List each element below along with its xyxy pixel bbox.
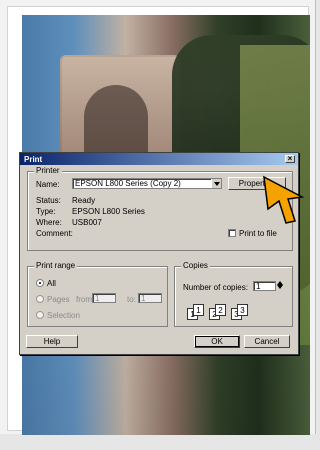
printer-name-label: Name:: [36, 180, 60, 189]
printer-status-value: Ready: [72, 196, 96, 205]
close-button[interactable]: ×: [285, 155, 295, 163]
print-to-file-checkbox[interactable]: [228, 229, 236, 237]
ok-button[interactable]: OK: [194, 335, 240, 348]
collate-page-icon: 3: [237, 304, 248, 316]
dialog-title: Print: [24, 154, 43, 164]
printer-comment-label: Comment:: [36, 229, 73, 238]
print-dialog: Print × Printer Name: EPSON L800 Series …: [19, 152, 299, 355]
print-range-all-radio[interactable]: [36, 279, 44, 287]
print-range-pages-radio[interactable]: [36, 295, 44, 303]
pages-to-value: 1: [141, 293, 146, 303]
number-of-copies-label: Number of copies:: [183, 283, 248, 292]
chevron-down-icon: [211, 179, 221, 188]
printer-where-value: USB007: [72, 218, 102, 227]
collate-page-icon: 2: [215, 304, 226, 316]
print-range-title: Print range: [34, 261, 78, 270]
print-range-pages-label[interactable]: Pages: [47, 295, 70, 304]
printer-status-label: Status:: [36, 196, 61, 205]
print-range-selection-label[interactable]: Selection: [47, 311, 80, 320]
printer-group-title: Printer: [34, 166, 62, 175]
printer-name-dropdown[interactable]: EPSON L800 Series (Copy 2): [72, 178, 222, 189]
cancel-button[interactable]: Cancel: [244, 335, 290, 348]
collate-page-icon: 1: [193, 304, 204, 316]
ok-button-label: OK: [211, 337, 223, 346]
chevron-down-icon[interactable]: [276, 285, 283, 289]
printer-type-label: Type:: [36, 207, 56, 216]
dialog-titlebar: Print ×: [20, 153, 298, 165]
print-range-group: Print range All Pages from: 1 to: 1 Sele…: [27, 261, 168, 327]
print-range-selection-radio[interactable]: [36, 311, 44, 319]
printer-type-value: EPSON L800 Series: [72, 207, 145, 216]
pages-from-value: 1: [95, 293, 100, 303]
close-icon: ×: [287, 154, 293, 163]
help-button-label: Help: [43, 337, 61, 346]
number-of-copies-value: 1: [256, 281, 261, 291]
pages-to-input[interactable]: 1: [138, 293, 162, 303]
pages-to-label: to:: [127, 295, 136, 304]
cancel-button-label: Cancel: [254, 337, 280, 346]
printer-group: Printer Name: EPSON L800 Series (Copy 2)…: [27, 166, 293, 251]
copies-title: Copies: [181, 261, 210, 270]
printer-name-value: EPSON L800 Series (Copy 2): [75, 179, 181, 188]
help-button[interactable]: Help: [26, 335, 78, 348]
pages-from-input[interactable]: 1: [92, 293, 116, 303]
printer-where-label: Where:: [36, 218, 62, 227]
number-of-copies-spinner[interactable]: [275, 281, 283, 291]
print-range-all-label[interactable]: All: [47, 279, 56, 288]
collate-illustration: 1 1 2 2 3 3: [187, 300, 257, 320]
copies-group: Copies Number of copies: 1 1 1 2 2 3 3: [174, 261, 293, 327]
print-to-file-label[interactable]: Print to file: [239, 229, 277, 238]
